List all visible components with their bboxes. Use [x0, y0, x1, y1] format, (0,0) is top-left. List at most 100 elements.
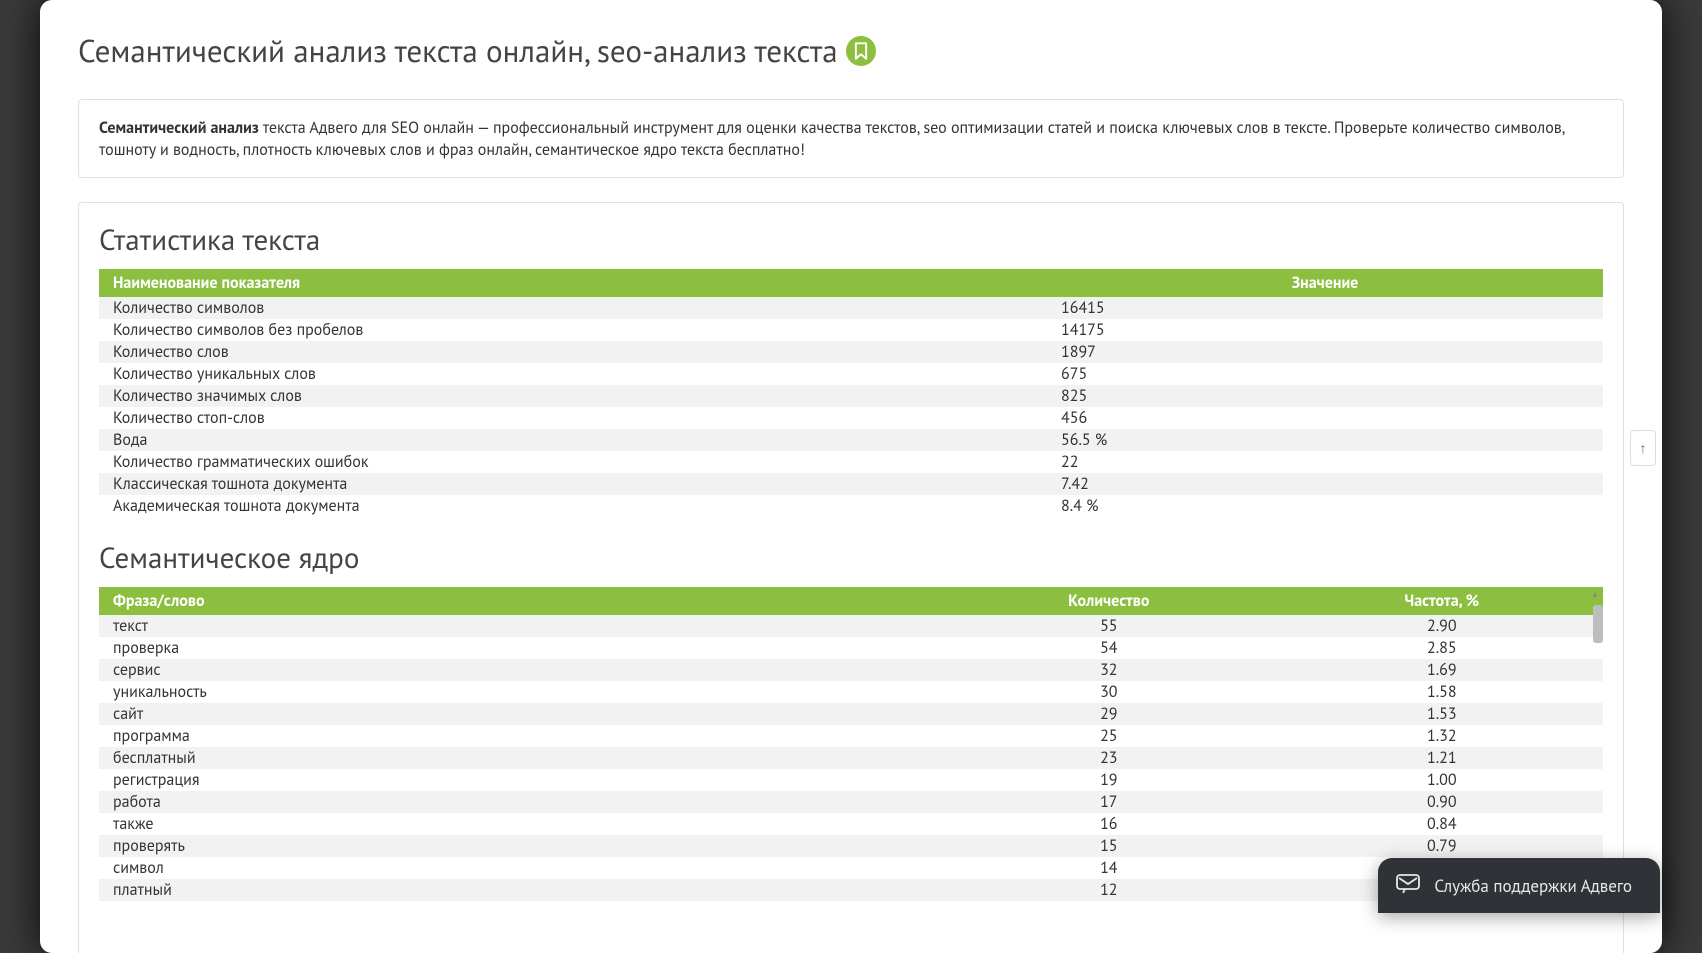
- semantic-freq: 1.69: [1281, 659, 1603, 681]
- stat-value: 7.42: [1047, 473, 1603, 495]
- semantic-count: 17: [937, 791, 1281, 813]
- stat-name: Количество уникальных слов: [99, 363, 1047, 385]
- semantic-phrase: сервис: [99, 659, 937, 681]
- stat-value: 1897: [1047, 341, 1603, 363]
- semantic-phrase: сайт: [99, 703, 937, 725]
- semantic-freq: 1.21: [1281, 747, 1603, 769]
- scroll-thumb[interactable]: [1593, 605, 1603, 643]
- arrow-up-icon: ↑: [1640, 439, 1647, 457]
- table-row: регистрация191.00: [99, 769, 1603, 791]
- table-row: Количество значимых слов825: [99, 385, 1603, 407]
- stat-name: Количество символов без пробелов: [99, 319, 1047, 341]
- stat-value: 16415: [1047, 297, 1603, 319]
- semantic-phrase: текст: [99, 615, 937, 637]
- semantic-freq: 0.84: [1281, 813, 1603, 835]
- table-row: бесплатный231.21: [99, 747, 1603, 769]
- table-row: Классическая тошнота документа7.42: [99, 473, 1603, 495]
- semantic-freq: 1.53: [1281, 703, 1603, 725]
- semantic-freq: 0.90: [1281, 791, 1603, 813]
- page-title: Семантический анализ текста онлайн, seo-…: [78, 30, 838, 71]
- table-row: Количество слов1897: [99, 341, 1603, 363]
- semantic-phrase: проверка: [99, 637, 937, 659]
- page-frame: Семантический анализ текста онлайн, seo-…: [40, 0, 1662, 953]
- semantic-count: 30: [937, 681, 1281, 703]
- semantic-phrase: также: [99, 813, 937, 835]
- table-row: Количество грамматических ошибок22: [99, 451, 1603, 473]
- table-row: сайт291.53: [99, 703, 1603, 725]
- semantic-scroll-area[interactable]: Фраза/слово Количество Частота, % текст5…: [99, 587, 1603, 953]
- stat-name: Количество грамматических ошибок: [99, 451, 1047, 473]
- table-row: проверка542.85: [99, 637, 1603, 659]
- semantic-count: 55: [937, 615, 1281, 637]
- table-row: уникальность301.58: [99, 681, 1603, 703]
- stat-name: Количество символов: [99, 297, 1047, 319]
- table-row: символ140.74: [99, 857, 1603, 879]
- description-box: Семантический анализ текста Адвего для S…: [78, 99, 1624, 178]
- table-row: работа170.90: [99, 791, 1603, 813]
- semantic-count: 14: [937, 857, 1281, 879]
- stats-col-name: Наименование показателя: [99, 269, 1047, 297]
- stat-name: Классическая тошнота документа: [99, 473, 1047, 495]
- semantic-freq: 1.00: [1281, 769, 1603, 791]
- semantic-freq: 2.85: [1281, 637, 1603, 659]
- semantic-count: 12: [937, 879, 1281, 901]
- table-row: сервис321.69: [99, 659, 1603, 681]
- support-widget[interactable]: Служба поддержки Адвего: [1378, 858, 1660, 913]
- semantic-col-count[interactable]: Количество: [937, 587, 1281, 615]
- support-label: Служба поддержки Адвего: [1434, 875, 1632, 897]
- table-row: Вода56.5 %: [99, 429, 1603, 451]
- semantic-phrase: уникальность: [99, 681, 937, 703]
- semantic-col-phrase[interactable]: Фраза/слово: [99, 587, 937, 615]
- stat-value: 14175: [1047, 319, 1603, 341]
- scroll-to-top-button[interactable]: ↑: [1630, 430, 1656, 466]
- table-row: Академическая тошнота документа8.4 %: [99, 495, 1603, 517]
- description-bold: Семантический анализ: [99, 118, 259, 138]
- semantic-freq: 0.79: [1281, 835, 1603, 857]
- mail-icon: [1396, 872, 1420, 899]
- semantic-count: 23: [937, 747, 1281, 769]
- semantic-phrase: платный: [99, 879, 937, 901]
- semantic-phrase: работа: [99, 791, 937, 813]
- stat-value: 56.5 %: [1047, 429, 1603, 451]
- semantic-col-freq[interactable]: Частота, %: [1281, 587, 1603, 615]
- stat-value: 456: [1047, 407, 1603, 429]
- stat-name: Вода: [99, 429, 1047, 451]
- table-row: программа251.32: [99, 725, 1603, 747]
- scroll-up-icon[interactable]: ▲: [1587, 587, 1603, 603]
- stats-heading: Статистика текста: [99, 221, 1603, 259]
- semantic-count: 19: [937, 769, 1281, 791]
- stat-value: 22: [1047, 451, 1603, 473]
- semantic-freq: 2.90: [1281, 615, 1603, 637]
- table-row: Количество символов16415: [99, 297, 1603, 319]
- semantic-phrase: проверять: [99, 835, 937, 857]
- stat-value: 8.4 %: [1047, 495, 1603, 517]
- stat-value: 825: [1047, 385, 1603, 407]
- stat-name: Количество стоп-слов: [99, 407, 1047, 429]
- semantic-count: 29: [937, 703, 1281, 725]
- semantic-count: 32: [937, 659, 1281, 681]
- description-text: текста Адвего для SEO онлайн — профессио…: [99, 118, 1564, 160]
- table-row: Количество стоп-слов456: [99, 407, 1603, 429]
- table-row: Количество уникальных слов675: [99, 363, 1603, 385]
- table-row: проверять150.79: [99, 835, 1603, 857]
- semantic-phrase: регистрация: [99, 769, 937, 791]
- semantic-freq: 1.58: [1281, 681, 1603, 703]
- stat-name: Академическая тошнота документа: [99, 495, 1047, 517]
- semantic-count: 25: [937, 725, 1281, 747]
- table-row: платный120.63: [99, 879, 1603, 901]
- stats-col-value: Значение: [1047, 269, 1603, 297]
- stats-table: Наименование показателя Значение Количес…: [99, 269, 1603, 517]
- table-row: текст552.90: [99, 615, 1603, 637]
- semantic-table: Фраза/слово Количество Частота, % текст5…: [99, 587, 1603, 901]
- semantic-count: 54: [937, 637, 1281, 659]
- semantic-phrase: программа: [99, 725, 937, 747]
- semantic-phrase: символ: [99, 857, 937, 879]
- semantic-count: 16: [937, 813, 1281, 835]
- stat-value: 675: [1047, 363, 1603, 385]
- bookmark-icon[interactable]: [846, 36, 876, 66]
- table-row: также160.84: [99, 813, 1603, 835]
- semantic-phrase: бесплатный: [99, 747, 937, 769]
- results-card: Статистика текста Наименование показател…: [78, 202, 1624, 953]
- semantic-heading: Семантическое ядро: [99, 539, 1603, 577]
- semantic-freq: 1.32: [1281, 725, 1603, 747]
